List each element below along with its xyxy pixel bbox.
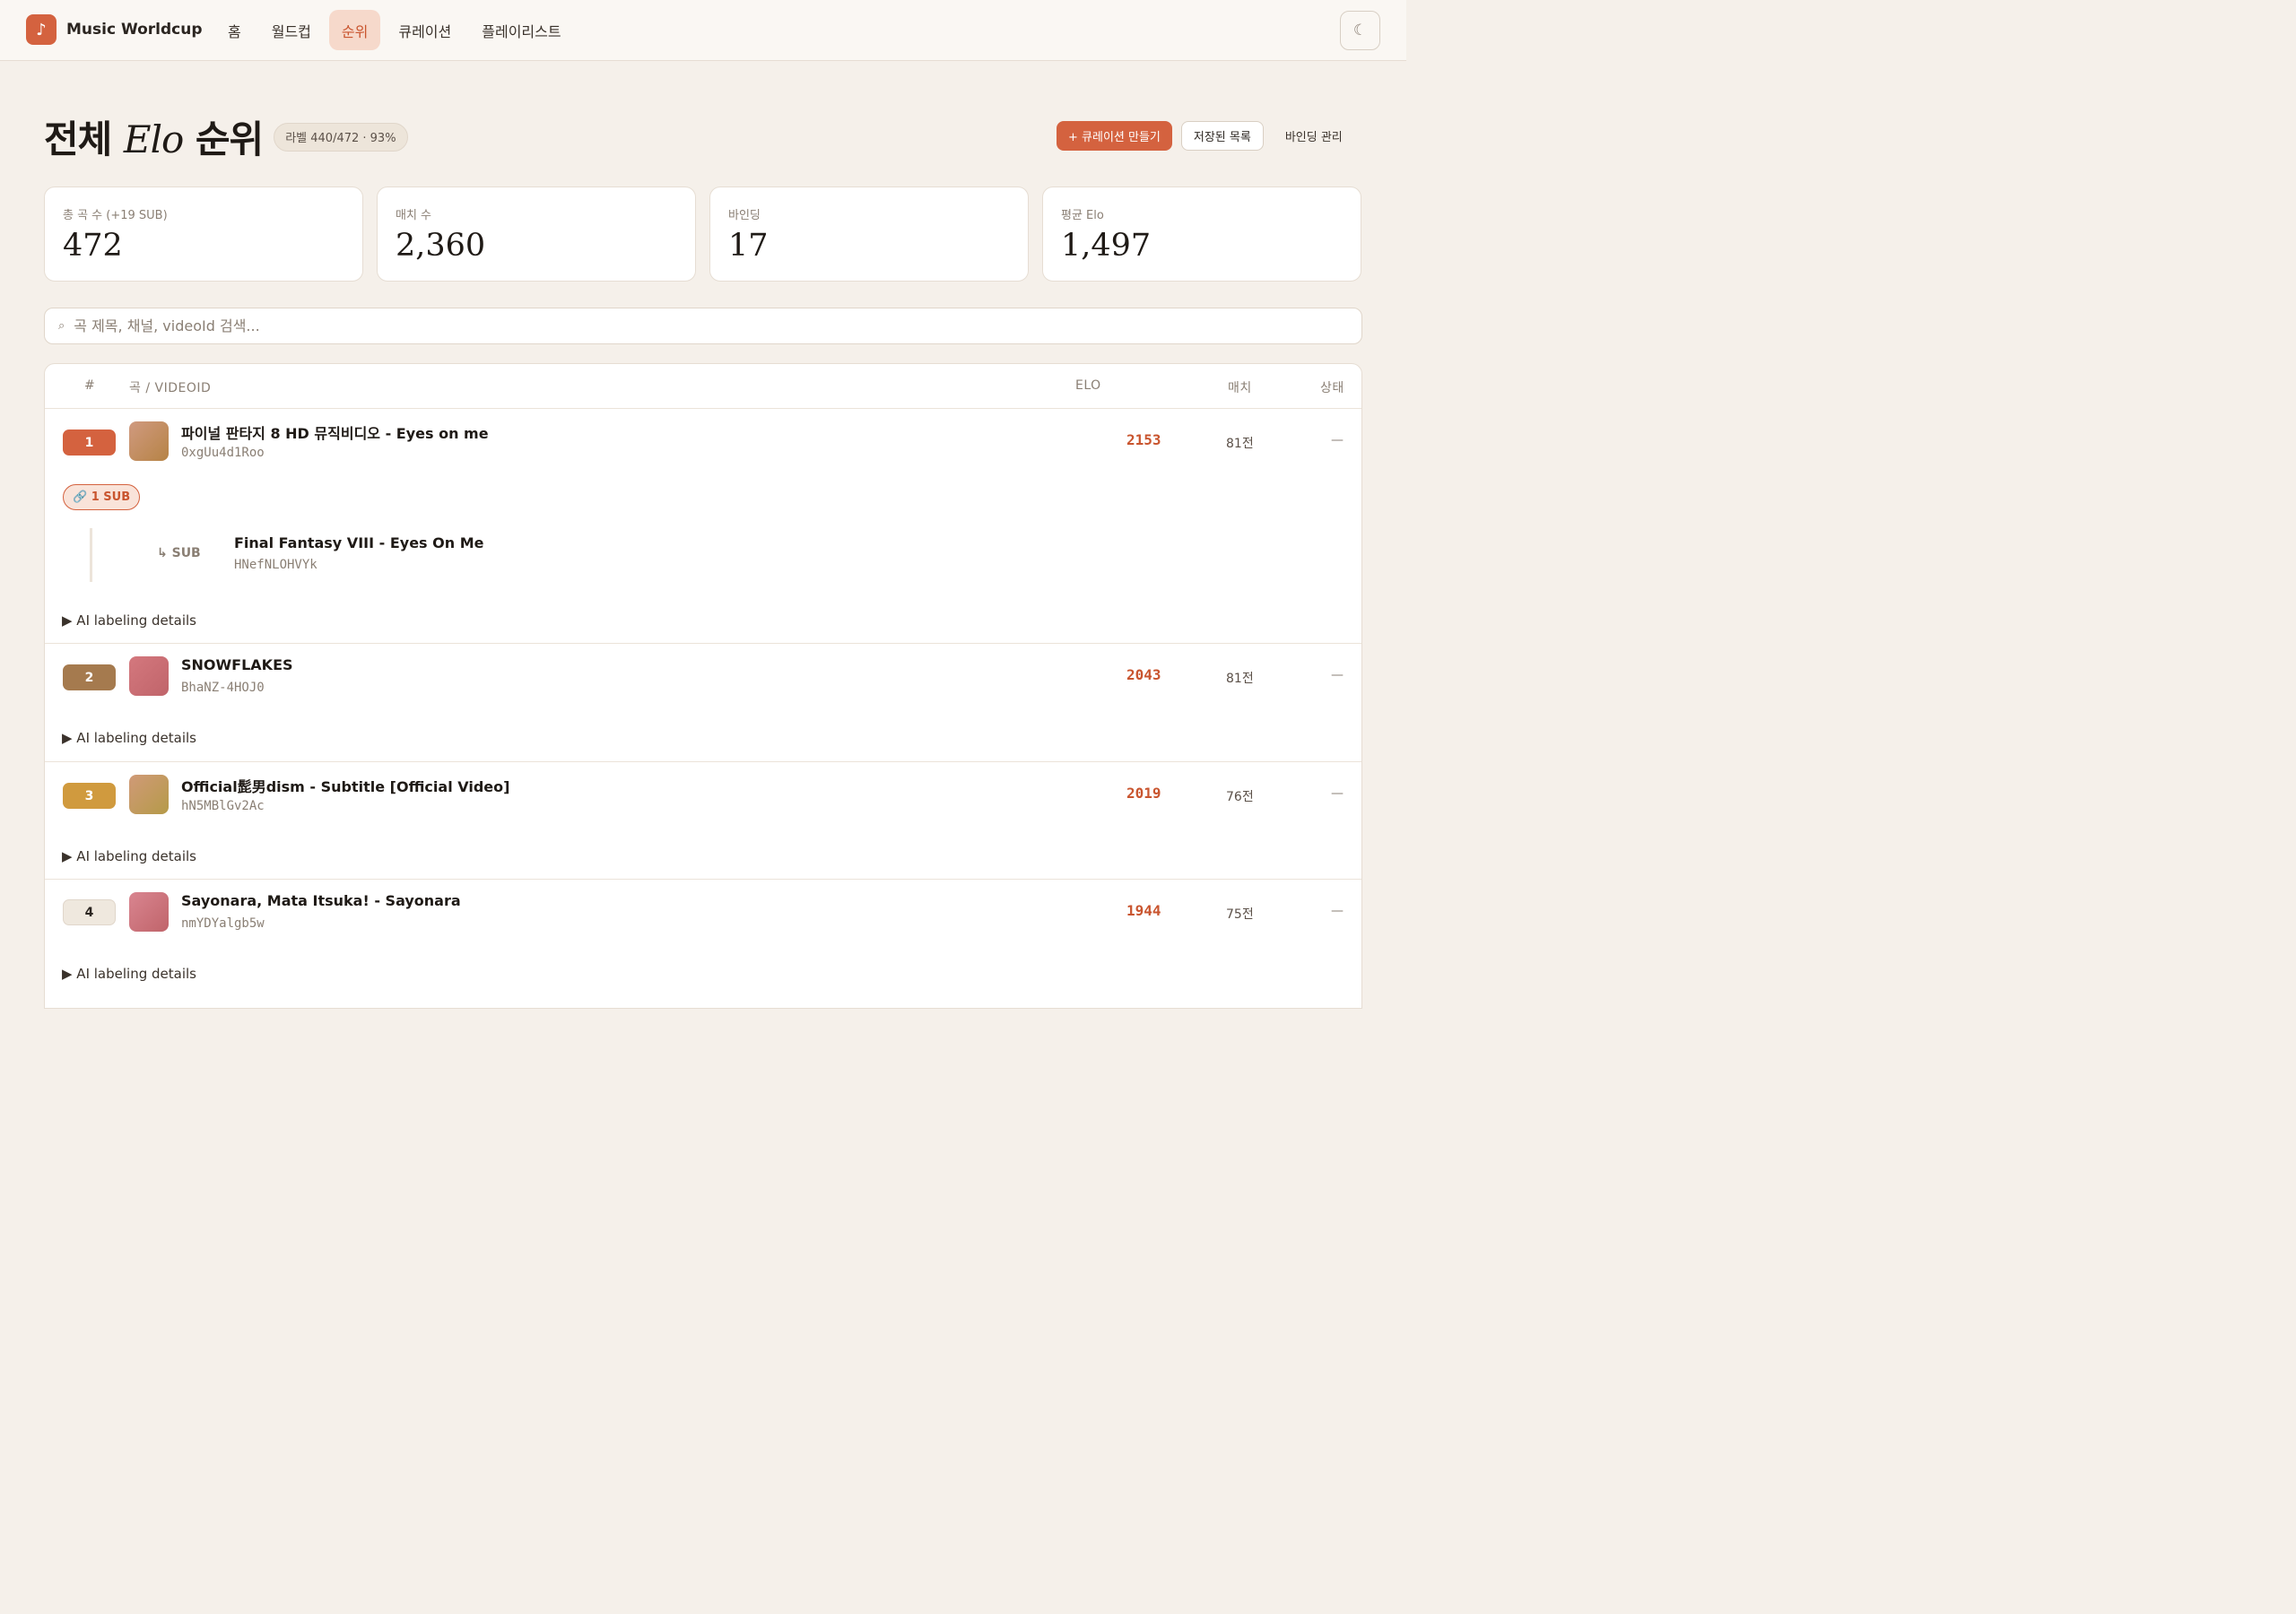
table-row[interactable]: 3 Official髭男dism - Subtitle [Official Vi… — [45, 762, 1361, 880]
stat-card-matches: 매치 수 2,360 — [377, 187, 696, 282]
status-value: — — [1331, 904, 1344, 918]
ai-labeling-toggle[interactable]: ▶ AI labeling details — [62, 730, 196, 746]
ranking-table: # 곡 / VIDEOID ELO 매치 상태 1 파이널 판타지 8 HD 뮤… — [44, 363, 1362, 1009]
page-title: 전체 Elo 순위 라벨 440/472 · 93% — [44, 109, 408, 164]
ai-labeling-toggle[interactable]: ▶ AI labeling details — [62, 848, 196, 864]
table-header: # 곡 / VIDEOID ELO 매치 상태 — [45, 364, 1361, 409]
song-title[interactable]: Official髭男dism - Subtitle [Official Vide… — [181, 775, 509, 796]
song-thumbnail — [129, 892, 169, 932]
page-actions: + 큐레이션 만들기 저장된 목록 바인딩 관리 — [1057, 121, 1353, 151]
sub-tag: ↳ SUB — [157, 546, 201, 560]
search-icon: ⌕ — [58, 319, 65, 333]
saved-list-button[interactable]: 저장된 목록 — [1180, 121, 1264, 151]
elo-score: 2043 — [1126, 666, 1161, 683]
nav-playlist[interactable]: 플레이리스트 — [469, 10, 573, 50]
col-matches: 매치 — [1228, 381, 1252, 395]
main-nav: 홈 월드컵 순위 큐레이션 플레이리스트 — [215, 10, 579, 50]
match-count: 81전 — [1226, 437, 1254, 451]
moon-icon: ☾ — [1352, 22, 1368, 39]
match-count: 81전 — [1226, 672, 1254, 686]
stat-card-average-elo: 평균 Elo 1,497 — [1042, 187, 1361, 282]
top-nav-bar: ♪ Music Worldcup 홈 월드컵 순위 큐레이션 플레이리스트 ☾ — [0, 0, 1406, 61]
status-value: — — [1331, 668, 1344, 682]
match-count: 76전 — [1226, 790, 1254, 804]
ai-labeling-toggle[interactable]: ▶ AI labeling details — [62, 612, 196, 629]
rank-badge: 1 — [63, 430, 116, 456]
page-title-text: 전체 Elo 순위 — [44, 117, 264, 161]
search-input[interactable] — [74, 317, 1330, 334]
col-rank: # — [84, 378, 96, 393]
rank-badge: 2 — [63, 664, 116, 690]
match-count: 75전 — [1226, 907, 1254, 922]
rank-badge: 3 — [63, 783, 116, 809]
stat-card-bindings: 바인딩 17 — [709, 187, 1029, 282]
song-thumbnail — [129, 656, 169, 696]
col-elo: ELO — [1075, 378, 1101, 393]
status-value: — — [1331, 433, 1344, 447]
table-row[interactable]: 4 Sayonara, Mata Itsuka! - Sayonara nmYD… — [45, 880, 1361, 997]
brand-name: Music Worldcup — [66, 21, 203, 39]
table-row[interactable]: 1 파이널 판타지 8 HD 뮤직비디오 - Eyes on me 0xgUu4… — [45, 409, 1361, 644]
col-song: 곡 / VIDEOID — [129, 381, 212, 395]
sub-video-id: HNefNLOHVYk — [234, 558, 317, 572]
table-row[interactable]: 2 SNOWFLAKES BhaNZ-4HOJ0 2043 81전 — ▶ AI… — [45, 644, 1361, 762]
elo-score: 2153 — [1126, 431, 1161, 448]
nav-home[interactable]: 홈 — [215, 10, 254, 50]
theme-toggle-button[interactable]: ☾ — [1340, 11, 1380, 50]
rank-badge: 4 — [63, 899, 116, 925]
song-title[interactable]: Sayonara, Mata Itsuka! - Sayonara — [181, 892, 461, 909]
sub-song-title[interactable]: Final Fantasy VIII - Eyes On Me — [234, 534, 483, 551]
song-thumbnail — [129, 421, 169, 461]
sub-connector-line — [90, 528, 92, 582]
music-note-icon: ♪ — [26, 14, 57, 45]
ai-labeling-toggle[interactable]: ▶ AI labeling details — [62, 966, 196, 982]
nav-worldcup[interactable]: 월드컵 — [259, 10, 324, 50]
col-status: 상태 — [1320, 381, 1344, 395]
video-id: 0xgUu4d1Roo — [181, 446, 265, 460]
status-value: — — [1331, 786, 1344, 801]
nav-ranking[interactable]: 순위 — [328, 10, 381, 50]
stats-row: 총 곡 수 (+19 SUB) 472 매치 수 2,360 바인딩 17 평균… — [44, 187, 1361, 282]
video-id: hN5MBlGv2Ac — [181, 799, 265, 813]
brand[interactable]: ♪ Music Worldcup — [26, 14, 203, 45]
label-progress-badge: 라벨 440/472 · 93% — [274, 122, 408, 152]
elo-score: 1944 — [1126, 902, 1161, 919]
video-id: nmYDYalgb5w — [181, 916, 265, 931]
elo-score: 2019 — [1126, 785, 1161, 802]
sub-count-badge[interactable]: 🔗 1 SUB — [63, 484, 141, 510]
song-title[interactable]: SNOWFLAKES — [181, 656, 293, 673]
video-id: BhaNZ-4HOJ0 — [181, 681, 265, 695]
song-title[interactable]: 파이널 판타지 8 HD 뮤직비디오 - Eyes on me — [181, 421, 489, 443]
stat-card-total-songs: 총 곡 수 (+19 SUB) 472 — [44, 187, 363, 282]
manage-binding-button[interactable]: 바인딩 관리 — [1274, 121, 1353, 151]
nav-curation[interactable]: 큐레이션 — [386, 10, 464, 50]
create-curation-button[interactable]: + 큐레이션 만들기 — [1057, 121, 1172, 151]
song-thumbnail — [129, 775, 169, 814]
search-bar: ⌕ — [44, 308, 1362, 344]
